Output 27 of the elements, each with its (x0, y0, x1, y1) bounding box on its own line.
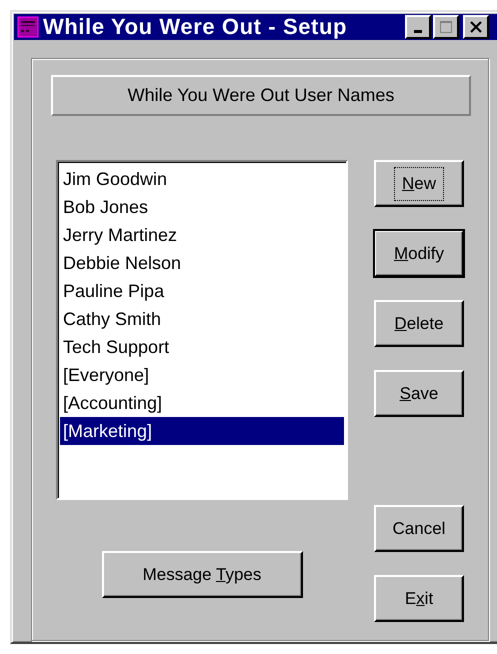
user-item[interactable]: Bob Jones (60, 193, 344, 221)
message-types-button[interactable]: Message Types (102, 551, 302, 598)
user-item[interactable]: Jim Goodwin (60, 165, 344, 193)
app-icon (17, 16, 39, 38)
window-title: While You Were Out - Setup (43, 14, 348, 40)
user-item[interactable]: Debbie Nelson (60, 249, 344, 277)
close-icon (470, 21, 482, 33)
user-list[interactable]: Jim Goodwin Bob Jones Jerry Martinez Debbie Nelson Pauline Pipa Cathy Smith Tech Support [Everyone] [Accounting] [Marketing] (56, 160, 348, 500)
user-item[interactable]: [Everyone] (60, 361, 344, 389)
minimize-icon (414, 30, 422, 33)
action-button[interactable]: Modify (374, 230, 464, 277)
user-item[interactable]: [Accounting] (60, 389, 344, 417)
list-heading: While You Were Out User Names (51, 75, 471, 116)
user-item[interactable]: Pauline Pipa (60, 277, 344, 305)
minimize-button[interactable] (405, 15, 431, 39)
user-item[interactable]: Cathy Smith (60, 305, 344, 333)
action-button[interactable]: Delete (374, 300, 464, 347)
user-item[interactable]: [Marketing] (60, 417, 344, 445)
user-item[interactable]: Tech Support (60, 333, 344, 361)
close-button[interactable] (463, 15, 489, 39)
user-item[interactable]: Jerry Martinez (60, 221, 344, 249)
maximize-icon (440, 21, 452, 33)
maximize-button[interactable] (433, 15, 459, 39)
action-button[interactable]: Save (374, 370, 464, 417)
action-button[interactable]: New (374, 160, 464, 207)
cancel-button[interactable]: Cancel (374, 505, 464, 552)
exit-button[interactable]: Exit (374, 575, 464, 622)
